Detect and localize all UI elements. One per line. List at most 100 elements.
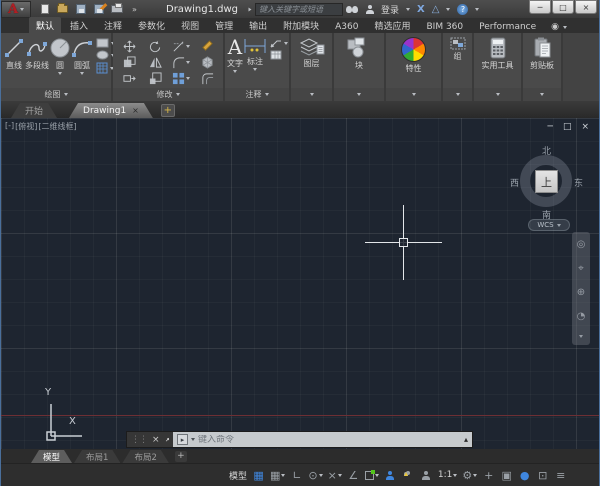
isolate-objects-button[interactable]: ▣: [500, 469, 513, 482]
workspace-dropdown-icon[interactable]: [473, 474, 477, 477]
fillet-button[interactable]: [172, 56, 190, 69]
panel-modify-title[interactable]: 修改: [113, 88, 223, 101]
help-dropdown-icon[interactable]: [475, 8, 479, 11]
new-drawing-tab-button[interactable]: +: [161, 104, 175, 117]
tab-view[interactable]: 视图: [174, 17, 206, 33]
tab-default[interactable]: 默认: [29, 17, 61, 33]
customize-button[interactable]: ≡: [554, 469, 567, 482]
viewcube-west-label[interactable]: 西: [510, 176, 519, 189]
command-input[interactable]: [198, 435, 461, 445]
annotation-visibility-toggle[interactable]: [384, 471, 397, 480]
tab-performance[interactable]: Performance: [472, 20, 543, 33]
rotate-button[interactable]: [149, 40, 162, 53]
tab-parametric[interactable]: 参数化: [131, 17, 172, 33]
isometric-drafting-toggle[interactable]: ×: [328, 469, 342, 482]
open-file-button[interactable]: [55, 3, 70, 16]
ribbon-display-dropdown-icon[interactable]: [563, 26, 567, 29]
recent-commands-icon[interactable]: [191, 438, 195, 441]
iso-dropdown-icon[interactable]: [338, 474, 342, 477]
text-button[interactable]: A 文字: [227, 36, 243, 73]
snap-mode-toggle[interactable]: ▦: [270, 469, 285, 482]
trim-button[interactable]: [172, 40, 190, 53]
window-minimize-button[interactable]: ─: [529, 0, 551, 14]
application-menu-button[interactable]: A: [1, 1, 31, 18]
qat-more-button[interactable]: »: [127, 3, 142, 16]
navbar-more-icon[interactable]: [579, 335, 583, 338]
workspace-switching-button[interactable]: ⚙: [462, 469, 477, 482]
drawing-minimize-button[interactable]: ─: [548, 122, 553, 132]
file-tab-drawing1[interactable]: Drawing1 ×: [69, 103, 153, 118]
dimension-button[interactable]: 标注: [243, 36, 267, 71]
tab-bim360[interactable]: BIM 360: [419, 20, 470, 33]
drawing-restore-button[interactable]: □: [563, 122, 572, 132]
snap-dropdown-icon[interactable]: [281, 474, 285, 477]
array-dropdown-icon[interactable]: [186, 77, 190, 80]
panel-draw-title[interactable]: 绘图: [1, 88, 111, 101]
file-tab-start[interactable]: 开始: [11, 103, 57, 118]
layout-tab-model[interactable]: 模型: [31, 450, 72, 463]
erase-button[interactable]: [201, 40, 214, 53]
circle-button[interactable]: 圆: [49, 36, 71, 75]
sign-in-dropdown-icon[interactable]: [406, 8, 410, 11]
panel-group-title[interactable]: [443, 88, 472, 101]
viewcube-east-label[interactable]: 东: [574, 176, 583, 189]
tab-manage[interactable]: 管理: [208, 17, 240, 33]
scale-button[interactable]: [149, 72, 162, 85]
command-input-area[interactable]: ▸ ▴: [173, 432, 472, 447]
stretch-button[interactable]: [123, 72, 136, 85]
zoom-extents-icon[interactable]: ⊕: [577, 287, 585, 298]
annotation-autoscale-toggle[interactable]: [402, 471, 415, 480]
layout-tab-layout1[interactable]: 布局1: [74, 450, 120, 463]
utilities-button[interactable]: 实用工具: [476, 36, 519, 71]
polar-tracking-toggle[interactable]: ⊙: [308, 469, 322, 482]
insert-block-button[interactable]: 块: [339, 36, 379, 71]
tab-annotate[interactable]: 注释: [97, 17, 129, 33]
help-icon[interactable]: ?: [457, 4, 468, 15]
search-binoculars-icon[interactable]: [346, 6, 358, 13]
dimension-dropdown-icon[interactable]: [253, 68, 257, 71]
scale-dropdown-icon[interactable]: [453, 474, 457, 477]
panel-annotation-title[interactable]: 注释: [225, 88, 289, 101]
panel-block-title[interactable]: [334, 88, 384, 101]
table-button[interactable]: [270, 50, 288, 60]
mirror-button[interactable]: [149, 56, 162, 69]
layer-properties-button[interactable]: 图层: [294, 36, 330, 69]
object-snap-tracking-toggle[interactable]: ∠: [347, 469, 360, 482]
move-button[interactable]: [123, 40, 136, 53]
osnap-dropdown-icon[interactable]: [375, 474, 379, 477]
offset-button[interactable]: [201, 72, 214, 85]
command-prompt-icon[interactable]: ▸: [177, 434, 188, 445]
line-button[interactable]: 直线: [3, 36, 25, 71]
new-file-button[interactable]: [37, 3, 52, 16]
ortho-mode-toggle[interactable]: ∟: [290, 469, 303, 482]
exchange-apps-icon[interactable]: X: [417, 4, 425, 15]
a360-icon[interactable]: △: [432, 4, 440, 15]
viewcube-north-label[interactable]: 北: [542, 144, 551, 157]
plot-button[interactable]: [109, 3, 124, 16]
copy-button[interactable]: [123, 56, 136, 69]
viewcube-top-face[interactable]: 上: [535, 170, 558, 193]
panel-layers-title[interactable]: [291, 88, 332, 101]
save-button[interactable]: [73, 3, 88, 16]
trim-dropdown-icon[interactable]: [186, 45, 190, 48]
sign-in-button[interactable]: 登录: [381, 3, 399, 16]
circle-dropdown-icon[interactable]: [58, 72, 62, 75]
clean-screen-button[interactable]: ⊡: [536, 469, 549, 482]
drawing-canvas[interactable]: [-] [俯视] [二维线框] ─ □ × 北 南 西 东 上 WCS ◎ ⌖ …: [1, 118, 600, 449]
performance-recorder-icon[interactable]: ◉: [545, 22, 561, 33]
search-input[interactable]: [255, 3, 343, 16]
drawing-close-button[interactable]: ×: [581, 122, 589, 132]
panel-utilities-title[interactable]: [474, 88, 521, 101]
command-line-window[interactable]: ⋮⋮ × ▸ ▴: [126, 431, 473, 448]
orbit-icon[interactable]: ◔: [577, 311, 586, 322]
text-dropdown-icon[interactable]: [233, 70, 237, 73]
panel-properties-title[interactable]: [386, 88, 441, 101]
full-navigation-wheel-icon[interactable]: ◎: [577, 239, 586, 250]
tab-a360[interactable]: A360: [328, 20, 365, 33]
fillet-dropdown-icon[interactable]: [186, 61, 190, 64]
drag-grip-icon[interactable]: ⋮⋮: [131, 435, 147, 445]
visual-style-control-button[interactable]: [二维线框]: [38, 121, 76, 132]
leader-dropdown-icon[interactable]: [284, 42, 288, 45]
pan-icon[interactable]: ⌖: [578, 263, 584, 274]
file-tab-close-icon[interactable]: ×: [132, 106, 139, 115]
